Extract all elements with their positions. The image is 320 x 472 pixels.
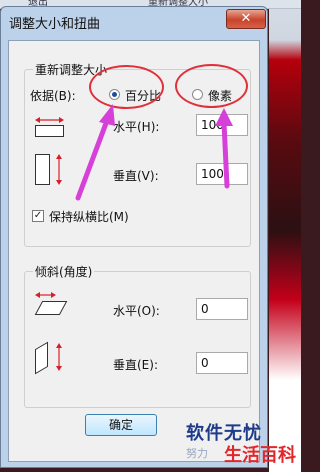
watermark: 软件无忧 努力 生活百科 xyxy=(180,419,301,472)
arrow-to-pixel xyxy=(215,108,233,189)
watermark-red: 生活百科 xyxy=(224,445,296,466)
arrow-to-percent xyxy=(75,104,115,201)
annotation-arrows xyxy=(75,104,233,201)
watermark-sub: 努力 xyxy=(186,447,208,460)
